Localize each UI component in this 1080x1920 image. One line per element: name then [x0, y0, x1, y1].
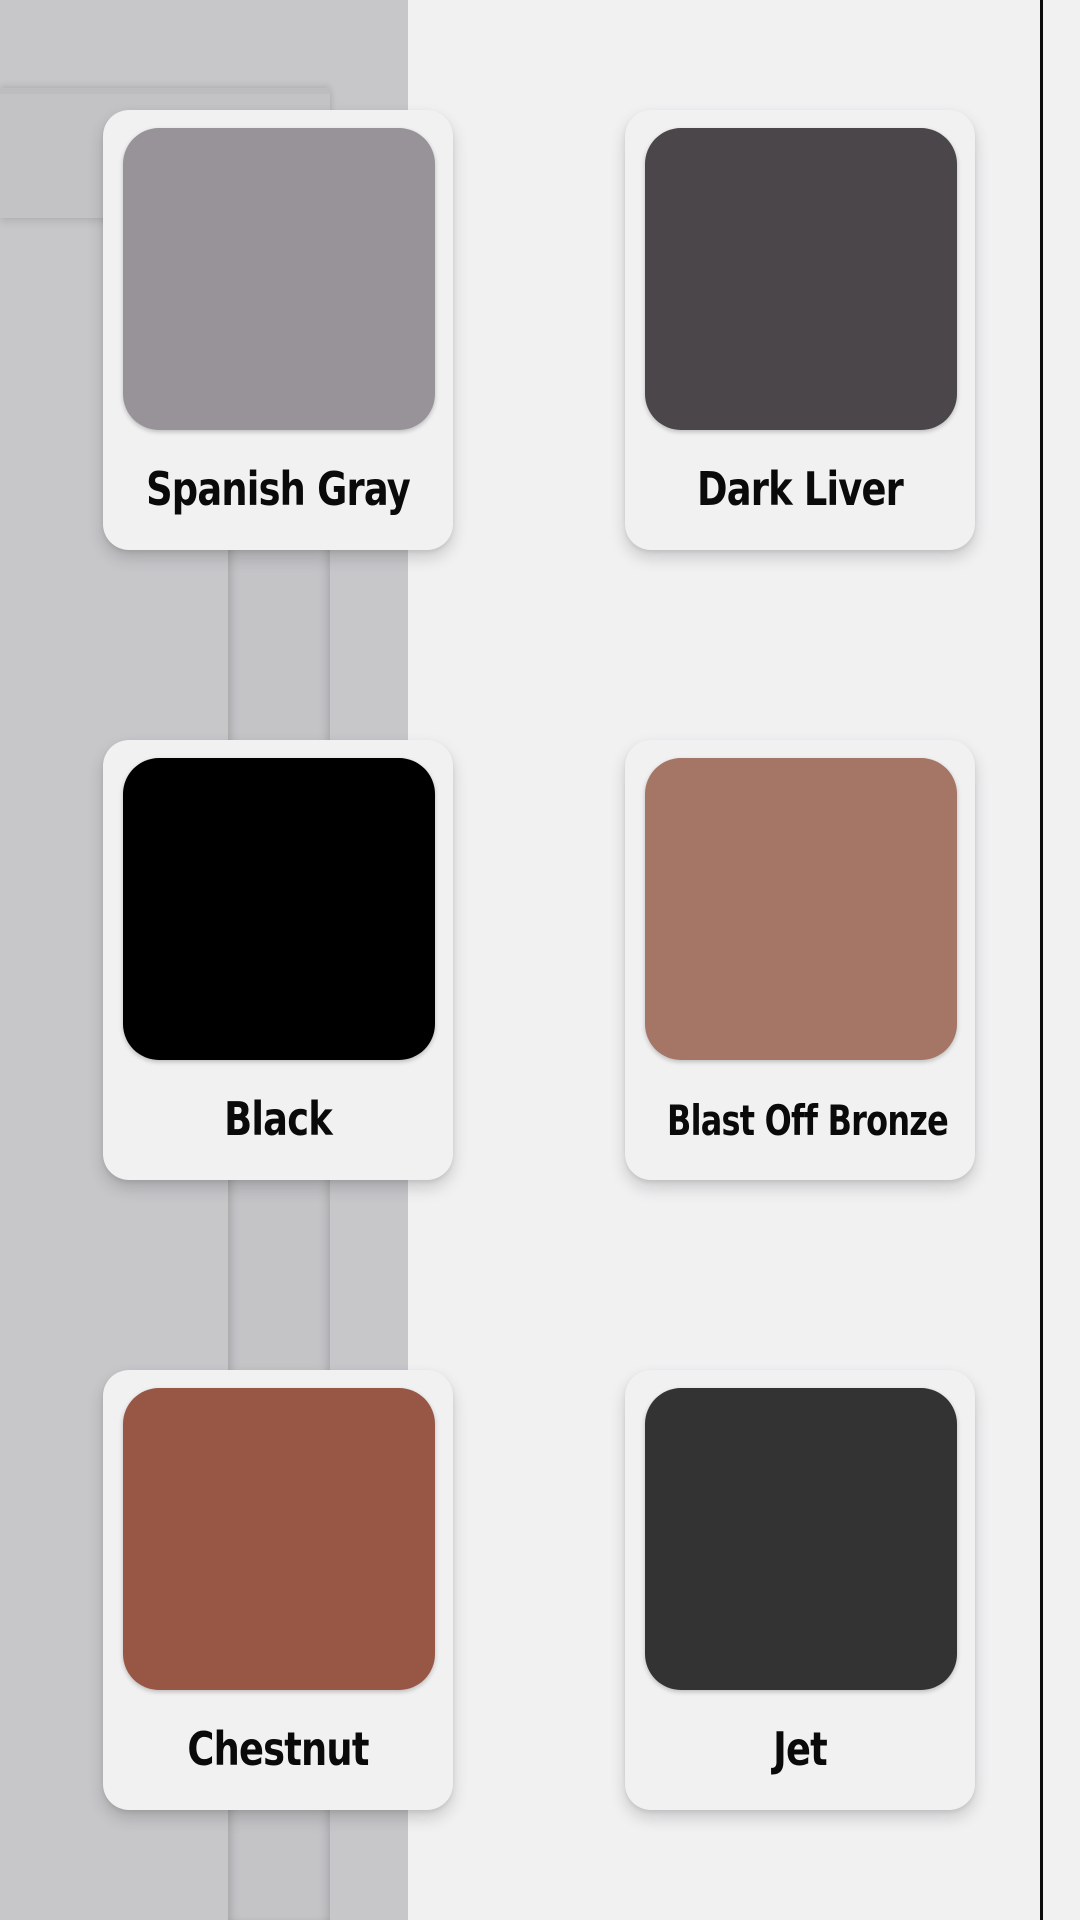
color-card-jet[interactable]: Jet [625, 1370, 975, 1810]
color-card-dark-liver[interactable]: Dark Liver [625, 110, 975, 550]
color-swatch [645, 1388, 957, 1690]
right-border [1040, 0, 1043, 1920]
color-name-label: Jet [773, 1722, 828, 1776]
color-card-black[interactable]: Black [103, 740, 453, 1180]
color-card-chestnut[interactable]: Chestnut [103, 1370, 453, 1810]
color-swatch [645, 758, 957, 1060]
right-gutter [1043, 0, 1080, 1920]
color-card-spanish-gray[interactable]: Spanish Gray [103, 110, 453, 550]
color-name-label: Chestnut [187, 1722, 369, 1776]
panel-header-strip [0, 88, 330, 94]
color-swatch [645, 128, 957, 430]
color-name-label: Dark Liver [697, 462, 904, 516]
color-name-label: Spanish Gray [146, 462, 411, 516]
color-name-label: Black [224, 1092, 333, 1146]
color-name-label: Blast Off Bronze [667, 1096, 949, 1145]
color-swatch [123, 1388, 435, 1690]
color-swatch [123, 128, 435, 430]
color-swatch [123, 758, 435, 1060]
color-card-blast-off-bronze[interactable]: Blast Off Bronze [625, 740, 975, 1180]
